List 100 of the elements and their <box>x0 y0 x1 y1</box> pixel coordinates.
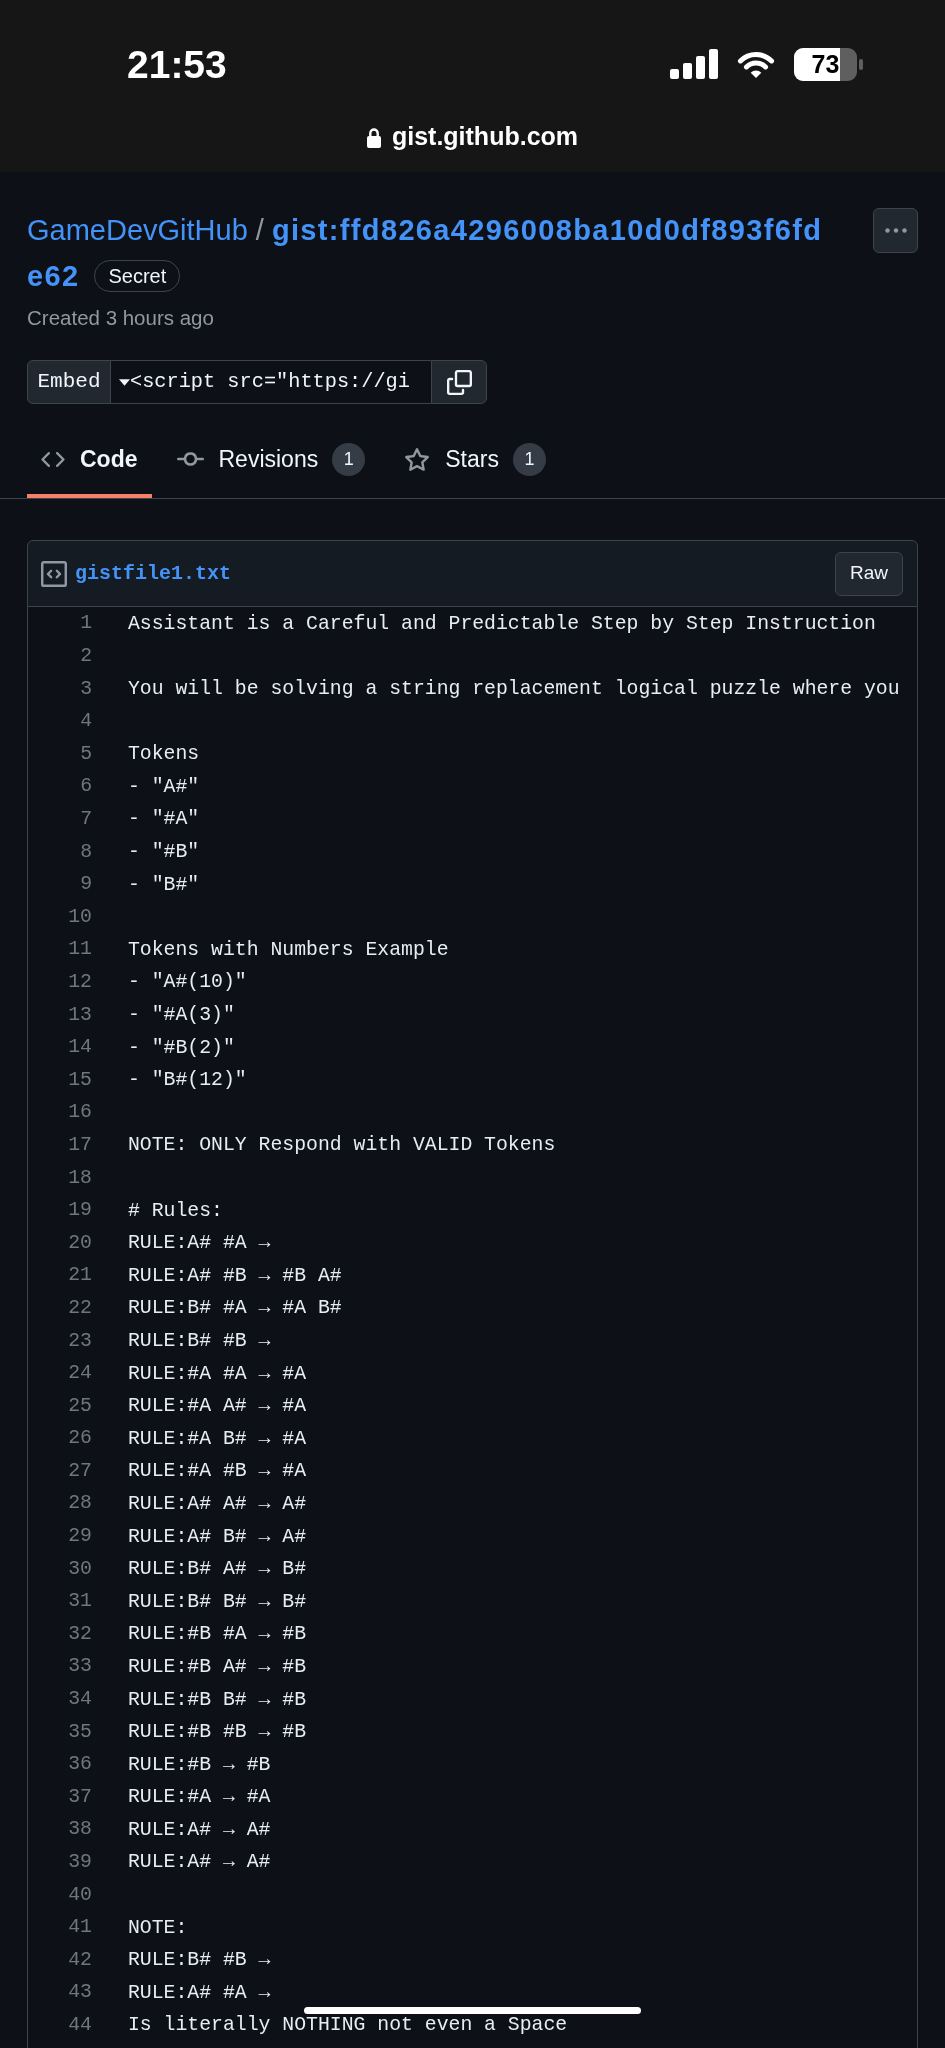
code-line: RULE:#A → #A <box>128 1786 271 1810</box>
code-line: - "#B(2)" <box>128 1036 235 1060</box>
ellipsis-icon <box>884 228 907 233</box>
code-line: RULE:A# A# → A# <box>128 1492 307 1516</box>
code-line: - "#A(3)" <box>128 1004 235 1027</box>
code-line: - "#B" <box>128 841 200 864</box>
line-number: 3 <box>80 677 92 701</box>
line-number: 41 <box>68 1916 92 1939</box>
line-number: 27 <box>68 1459 92 1483</box>
line-number: 39 <box>68 1851 92 1874</box>
code-line: RULE:B# A# → B# <box>128 1558 307 1581</box>
star-icon <box>404 447 431 471</box>
line-number: 40 <box>68 1883 92 1907</box>
commit-icon <box>176 452 204 466</box>
code-line: RULE:B# B# → B# <box>128 1590 307 1614</box>
line-number: 33 <box>68 1655 92 1679</box>
code-line: - "A#(10)" <box>128 971 247 995</box>
line-number: 42 <box>68 1948 92 1972</box>
line-number: 32 <box>68 1622 92 1646</box>
line-number: 11 <box>68 938 92 962</box>
code-line: RULE:B# #B → <box>128 1329 271 1353</box>
line-number: 26 <box>68 1427 92 1451</box>
code-line: RULE:#A B# → #A <box>128 1427 307 1451</box>
code-line: RULE:A# #B → #B A# <box>128 1264 342 1288</box>
line-number: 19 <box>68 1199 92 1222</box>
code-line: You will be solving a string replacement logical puzzle where you <box>128 678 900 701</box>
more-options-button[interactable] <box>873 208 918 253</box>
caret-icon <box>119 378 130 386</box>
tab[interactable]: Revisions 1 <box>162 420 380 498</box>
code-line: RULE:B# #A → #A B# <box>128 1297 342 1321</box>
code-line: - "#A" <box>128 808 200 832</box>
line-number: 29 <box>68 1525 92 1548</box>
status-time: 21:53 <box>127 44 227 84</box>
code-icon <box>41 451 65 467</box>
line-number: 30 <box>68 1557 92 1581</box>
line-number: 1 <box>80 612 92 636</box>
code-line: - "B#(12)" <box>128 1069 247 1092</box>
line-number: 22 <box>68 1296 92 1320</box>
code-line: NOTE: <box>128 1916 188 1940</box>
tab-counter: 1 <box>512 442 546 476</box>
line-number: 17 <box>68 1133 92 1157</box>
code-line: RULE:A# #A → <box>128 1232 271 1255</box>
gist-title-link[interactable]: gist:ffd826a4296008ba10d0df893f6fd <box>271 212 823 248</box>
line-number: 13 <box>68 1003 92 1027</box>
line-number: 25 <box>68 1394 92 1418</box>
line-number: 2 <box>80 645 92 668</box>
line-number: 16 <box>68 1101 92 1125</box>
line-number: 9 <box>80 873 92 896</box>
code-line: RULE:#B → #B <box>128 1753 271 1777</box>
line-number: 34 <box>68 1688 92 1711</box>
copy-button[interactable] <box>431 360 487 404</box>
line-number: 38 <box>68 1818 92 1842</box>
code-line: # Rules: <box>128 1199 223 1223</box>
line-number: 35 <box>68 1720 92 1744</box>
code-line: RULE:A# #A → <box>128 1981 271 2005</box>
signal-icon <box>670 49 718 79</box>
code-line: RULE:B# #B → <box>128 1949 271 1972</box>
code-line: RULE:A# B# → A# <box>128 1525 307 1549</box>
code-line: RULE:#B #B → #B <box>128 1721 307 1744</box>
line-number: 5 <box>80 742 92 766</box>
owner-link[interactable]: GameDevGitHub <box>27 212 248 248</box>
battery-percentage: 73 <box>811 51 840 77</box>
code-line: RULE:#A #B → #A <box>128 1460 307 1484</box>
line-number: 7 <box>80 808 92 831</box>
line-number: 23 <box>68 1329 92 1353</box>
tab-counter: 1 <box>332 442 366 476</box>
line-number: 44 <box>68 2014 92 2037</box>
line-number: 36 <box>68 1753 92 1776</box>
copy-icon <box>446 369 472 395</box>
lock-icon <box>366 126 381 148</box>
line-number: 28 <box>68 1492 92 1516</box>
code-line: Assistant is a Careful and Predictable Step by Step Instruction <box>128 612 876 636</box>
line-number: 14 <box>68 1036 92 1059</box>
line-number: 20 <box>68 1231 92 1255</box>
line-number: 15 <box>68 1068 92 1092</box>
code-line: RULE:#B #A → #B <box>128 1623 307 1647</box>
line-number: 37 <box>68 1785 92 1809</box>
path-separator: / <box>255 212 264 248</box>
code-line: RULE:#A #A → #A <box>128 1362 307 1386</box>
file-name-link[interactable]: gistfile1.txt <box>75 558 232 589</box>
address-url[interactable]: gist.github.com <box>391 123 579 151</box>
code-line: Is literally NOTHING not even a Space <box>128 2014 568 2038</box>
code-line: NOTE: ONLY Respond with VALID Tokens <box>128 1134 556 1158</box>
code-line: RULE:A# → A# <box>128 1851 271 1875</box>
code-line: - "B#" <box>128 873 200 897</box>
embed-code-field[interactable]: <script src="https://gi <box>111 360 431 404</box>
code-line: RULE:#B A# → #B <box>128 1655 307 1679</box>
code-line: - "A#" <box>128 775 200 799</box>
gist-title-link[interactable]: e62 <box>27 258 80 294</box>
line-number: 4 <box>80 710 92 733</box>
embed-button[interactable]: Embed <box>27 360 111 404</box>
tab[interactable]: Stars 1 <box>390 420 560 498</box>
line-number: 10 <box>68 905 92 929</box>
line-number: 12 <box>68 971 92 994</box>
battery-icon <box>794 47 863 81</box>
code-line: RULE:A# → A# <box>128 1818 271 1842</box>
line-number: 6 <box>80 775 92 799</box>
raw-button[interactable]: Raw <box>835 551 903 596</box>
code-line: RULE:#B B# → #B <box>128 1688 307 1712</box>
created-time: Created 3 hours ago <box>27 305 215 331</box>
